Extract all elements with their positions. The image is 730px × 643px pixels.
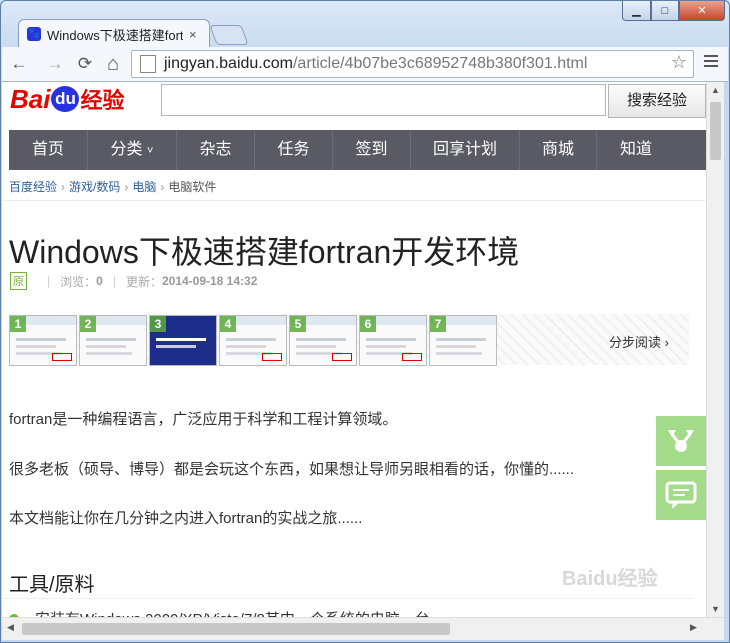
page-icon [140, 55, 156, 73]
new-tab-button[interactable] [209, 25, 249, 45]
step-thumbnail[interactable]: 3 [149, 315, 217, 366]
horizontal-scrollbar[interactable]: ◀ ▶ [2, 617, 724, 640]
maximize-button[interactable]: □ [651, 1, 679, 21]
search-input[interactable] [161, 84, 606, 116]
breadcrumb: 百度经验 › 游戏/数码 › 电脑 › 电脑软件 [9, 180, 217, 194]
baidu-favicon-icon: 🐾 [27, 27, 41, 41]
tab-close-icon[interactable]: × [189, 27, 197, 42]
updated-date: 2014-09-18 14:32 [161, 274, 258, 288]
article-paragraph: fortran是一种编程语言，广泛应用于科学和工程计算领域。 [9, 411, 398, 428]
nav-item-zhidao[interactable]: 知道 [597, 130, 675, 170]
breadcrumb-link[interactable]: 电脑 [132, 180, 156, 194]
address-bar[interactable]: jingyan.baidu.com/article/4b07be3c689527… [131, 50, 694, 78]
step-thumbnail[interactable]: 6 [359, 315, 427, 366]
views-count: 0 [96, 274, 103, 288]
divider [2, 200, 706, 201]
chevron-down-icon: ˅ [147, 145, 154, 157]
step-read-link[interactable]: 分步阅读 › [609, 332, 669, 351]
reload-icon[interactable]: ⟳ [74, 53, 96, 75]
browser-tab[interactable]: 🐾 Windows下极速搭建fortran开发环境 × [18, 19, 210, 48]
page-title: Windows下极速搭建fortran开发环境 [9, 234, 520, 270]
baidu-jingyan-logo[interactable]: Bai du 经验 [10, 82, 124, 116]
close-window-button[interactable]: ✕ [679, 1, 725, 21]
nav-item-share-plan[interactable]: 回享计划 [411, 130, 520, 170]
scrollbar-thumb[interactable] [22, 623, 450, 635]
step-thumbnail[interactable]: 4 [219, 315, 287, 366]
scroll-down-icon[interactable]: ▼ [711, 604, 720, 614]
browser-menu-icon[interactable] [704, 55, 718, 70]
watermark: Baidu经验 [562, 568, 658, 590]
original-badge: 原 [10, 272, 27, 290]
divider [2, 598, 692, 599]
step-thumbnail[interactable]: 5 [289, 315, 357, 366]
article-paragraph: 本文档能让你在几分钟之内进入fortran的实战之旅...... [9, 510, 363, 527]
nav-item-category[interactable]: 分类 ˅ [88, 130, 177, 170]
step-thumbnail[interactable]: 2 [79, 315, 147, 366]
step-thumbnail[interactable]: 1 [9, 315, 77, 366]
article-paragraph: 很多老板（硕导、博导）都是会玩这个东西，如果想让导师另眼相看的话，你懂的....… [9, 461, 575, 478]
search-button[interactable]: 搜索经验 [608, 84, 706, 118]
step-thumbnail[interactable]: 7 [429, 315, 497, 366]
url-text: jingyan.baidu.com/article/4b07be3c689527… [164, 55, 588, 72]
breadcrumb-current: 电脑软件 [168, 180, 217, 194]
article-meta: 原 | 浏览： 0 | 更新： 2014-09-18 14:32 [10, 272, 257, 290]
vertical-scrollbar[interactable]: ▲ ▼ [706, 82, 724, 617]
window-controls: ▁ □ ✕ [622, 1, 725, 21]
nav-item-tasks[interactable]: 任务 [255, 130, 333, 170]
main-nav: 首页 分类 ˅ 杂志 任务 签到 回享计划 商城 知道 [9, 130, 706, 170]
browser-toolbar: ← → ⟳ ⌂ jingyan.baidu.com/article/4b07be… [2, 47, 728, 82]
share-icon [668, 430, 694, 452]
breadcrumb-link[interactable]: 百度经验 [9, 180, 57, 194]
step-thumbnails: 1 2 3 4 5 6 7 分步阅读 › [9, 314, 689, 366]
comment-icon [665, 481, 697, 509]
tab-title: Windows下极速搭建fortran开发环境 [47, 27, 183, 43]
scroll-up-icon[interactable]: ▲ [711, 85, 720, 95]
back-icon[interactable]: ← [8, 53, 30, 75]
forward-icon[interactable]: → [44, 53, 66, 75]
tools-heading: 工具/原料 [9, 574, 95, 596]
minimize-button[interactable]: ▁ [622, 1, 651, 21]
scrollbar-thumb[interactable] [710, 102, 721, 160]
page-viewport: Bai du 经验 搜索经验 首页 分类 ˅ 杂志 任务 签到 回享计划 商城 … [2, 82, 706, 617]
nav-item-magazine[interactable]: 杂志 [177, 130, 255, 170]
comment-button[interactable] [656, 470, 706, 520]
browser-window: 🐾 Windows下极速搭建fortran开发环境 × ▁ □ ✕ ← → ⟳ … [0, 0, 730, 643]
nav-item-checkin[interactable]: 签到 [333, 130, 411, 170]
home-icon[interactable]: ⌂ [102, 53, 124, 75]
bookmark-star-icon[interactable]: ☆ [671, 52, 687, 73]
nav-item-home[interactable]: 首页 [9, 130, 88, 170]
nav-item-mall[interactable]: 商城 [520, 130, 597, 170]
share-button[interactable] [656, 416, 706, 466]
list-item: 安装有Windows 2000/XP/Vista/7/8其中一个系统的电脑一台 [9, 608, 430, 617]
scroll-left-icon[interactable]: ◀ [7, 622, 14, 633]
breadcrumb-link[interactable]: 游戏/数码 [69, 180, 120, 194]
scroll-right-icon[interactable]: ▶ [690, 622, 697, 633]
